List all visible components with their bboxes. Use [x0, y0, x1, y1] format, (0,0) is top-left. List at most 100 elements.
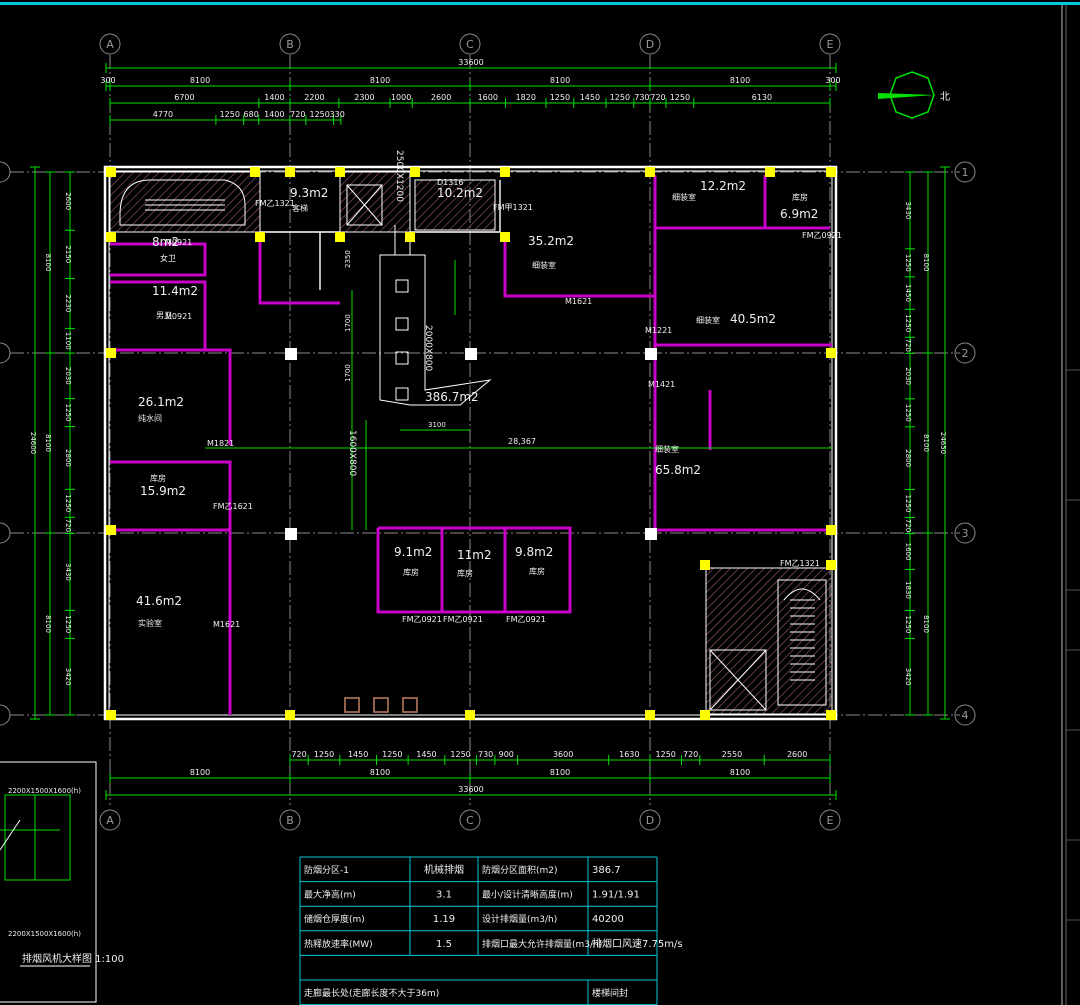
smoke-vent — [395, 351, 409, 365]
table-cell: 最小/设计清晰高度(m) — [482, 889, 573, 901]
table-cell: 1.19 — [433, 914, 455, 925]
dim-right-row-label: 3420 — [904, 668, 912, 686]
dim-left-row-label: 2030 — [64, 367, 72, 385]
room-area: 15.9m2 — [140, 484, 186, 498]
dim-top-row3-label: 1400 — [264, 110, 284, 119]
axis-label: C — [466, 814, 474, 827]
table-cell: 机械排烟 — [424, 863, 464, 876]
column — [106, 710, 116, 720]
door-tag: FM乙0921 — [802, 231, 842, 240]
room-labels: 9.3m2客梯10.2m2D13168m2女卫11.4m2男卫35.2m2细装室… — [136, 178, 818, 628]
axis-label: C — [466, 38, 474, 51]
marker — [285, 348, 297, 360]
axis-label: E — [827, 38, 834, 51]
dim-left-row-label: 1250 — [64, 494, 72, 512]
dim-top-row2-label: 1450 — [580, 93, 600, 102]
room-area: 9.8m2 — [515, 545, 553, 559]
dim-top-row2-label: 2200 — [304, 93, 324, 102]
column — [106, 525, 116, 535]
column — [335, 232, 345, 242]
column — [106, 348, 116, 358]
dim-top-row2-label: 1000 — [391, 93, 411, 102]
door-tag: FM甲1321 — [493, 203, 533, 212]
column — [335, 167, 345, 177]
dim-bottom-row1-label: 1450 — [416, 750, 436, 759]
room-area: 9.1m2 — [394, 545, 432, 559]
dim-right-row-label: 1250 — [904, 254, 912, 272]
dim-top-spans-label: 300 — [100, 76, 115, 85]
room-area: 40.5m2 — [730, 312, 776, 326]
door-tag: M1221 — [645, 326, 672, 335]
dim-right-spans-label: 8100 — [922, 615, 930, 633]
axis-bubble — [0, 161, 11, 183]
dim-bottom-row1-label: 720 — [683, 750, 698, 759]
dim-top-spans-label: 8100 — [370, 76, 390, 85]
drain — [373, 697, 389, 713]
dim-left-row-label: 1100 — [64, 332, 72, 350]
column — [285, 710, 295, 720]
dim-top-row2-label: 6130 — [752, 93, 772, 102]
dim-bottom-row1-label: 1250 — [314, 750, 334, 759]
smoke-vent — [395, 279, 409, 293]
room-area: 41.6m2 — [136, 594, 182, 608]
dim-right-row-label: 1600 — [904, 543, 912, 561]
dim-top-row2-label: 6700 — [174, 93, 194, 102]
room-name: 库房 — [529, 566, 545, 576]
partition-store-w — [110, 460, 232, 715]
partition-room-658 — [653, 345, 832, 532]
axis-label: B — [286, 814, 294, 827]
column — [826, 167, 836, 177]
column — [645, 710, 655, 720]
floor-plan-drawing: A A B B C C D D E E 1 2 3 4 33600 300 8100 8100 8100 8100 3… — [0, 2, 1080, 1005]
door-tag: FM乙0921 — [443, 615, 483, 624]
dim-right-row-label: 720 — [904, 519, 912, 532]
table-cell: 最大净高(m) — [304, 889, 356, 901]
door-tag: FM乙1321 — [780, 559, 820, 568]
room-area: 11m2 — [457, 548, 492, 562]
room-area: 65.8m2 — [655, 463, 701, 477]
room-name: 细装室 — [672, 192, 696, 202]
dim-right-spans-label: 8100 — [922, 434, 930, 452]
partition-mens — [110, 280, 232, 445]
dim-1700b-label: 1700 — [344, 364, 352, 382]
dim-top-spans-label: 8100 — [190, 76, 210, 85]
dim-left-row-label: 2800 — [64, 449, 72, 467]
column — [465, 710, 475, 720]
column — [826, 348, 836, 358]
room-area: 9.3m2 — [290, 186, 328, 200]
dim-right-row-label: 1250 — [904, 616, 912, 634]
dim-top-row2-label: 730 — [634, 93, 649, 102]
dim-bottom-row1-label: 720 — [291, 750, 306, 759]
column — [700, 560, 710, 570]
dim-left-spans-label: 8100 — [44, 254, 52, 272]
dim-left-spans-label: 8100 — [44, 434, 52, 452]
dim-left-row-label: 1250 — [64, 615, 72, 633]
dim-right-total-label: 24650 — [939, 432, 947, 454]
table-cell: 40200 — [592, 914, 624, 925]
column — [405, 232, 415, 242]
dim-top-row2-label: 1250 — [670, 93, 690, 102]
table-cell: 386.7 — [592, 865, 621, 876]
room-name: 库房 — [457, 568, 473, 578]
dim-top-row2-label: 1820 — [516, 93, 536, 102]
dim-top-row3-label: 1250 — [220, 110, 240, 119]
axis-label: B — [286, 38, 294, 51]
core-stair-se — [705, 567, 833, 715]
table-cell: 1.91/1.91 — [592, 890, 640, 901]
floor-drains — [344, 697, 418, 713]
column — [826, 525, 836, 535]
axis-label: 1 — [962, 166, 969, 179]
axis-label: A — [106, 814, 114, 827]
dim-bottom-total-label: 33600 — [458, 785, 483, 794]
column — [826, 710, 836, 720]
table-cell: 1.5 — [436, 939, 452, 950]
door-tag: M1421 — [648, 380, 675, 389]
room-name: 纯水间 — [138, 413, 162, 423]
axis-label: A — [106, 38, 114, 51]
dim-left-row-label: 2600 — [64, 192, 72, 210]
axis-bubble — [0, 522, 11, 544]
fan-detail-inner — [4, 794, 71, 881]
dim-right-row-label: 1830 — [904, 581, 912, 599]
axis-label: D — [646, 38, 654, 51]
door-tag: FM乙1621 — [213, 502, 253, 511]
